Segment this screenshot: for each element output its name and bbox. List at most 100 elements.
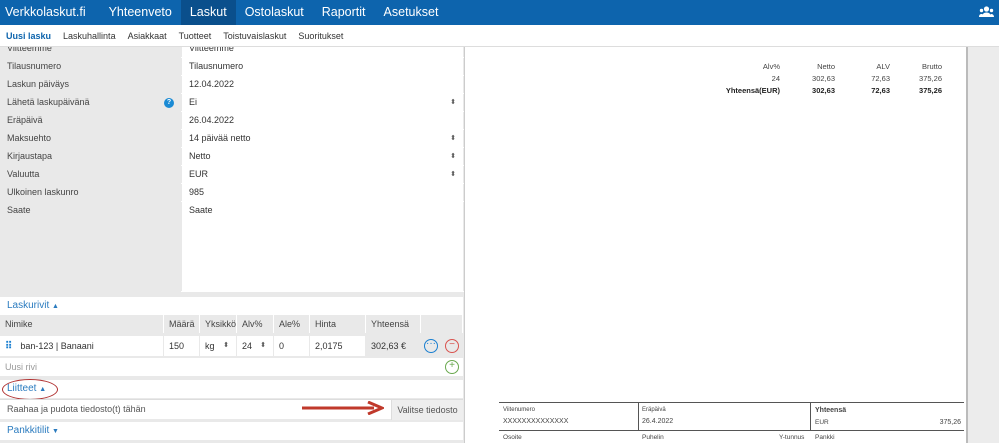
- pankki-label: Pankki: [815, 434, 835, 441]
- vat-header-alv: Alv%: [762, 62, 780, 71]
- drop-text: Raahaa ja pudota tiedosto(t) tähän: [7, 404, 146, 414]
- nav-asetukset[interactable]: Asetukset: [375, 0, 448, 25]
- subnav-tuotteet[interactable]: Tuotteet: [173, 31, 218, 41]
- nav-ostolaskut[interactable]: Ostolaskut: [236, 0, 313, 25]
- nav-raportit[interactable]: Raportit: [313, 0, 375, 25]
- footer-divider: [810, 402, 811, 430]
- label-erapaiva: Eräpäivä: [0, 112, 181, 130]
- caret-up-icon: ▲: [52, 303, 59, 310]
- choose-file-button[interactable]: Valitse tiedosto: [391, 400, 463, 420]
- col-yksikko: Yksikkö: [200, 315, 237, 333]
- caret-down-icon: ▼: [52, 428, 59, 435]
- select-arrows-icon: ⬍: [260, 342, 266, 349]
- row-laheta: Lähetä laskupäivänä? Ei ⬍: [0, 94, 464, 112]
- viitenumero-label: Viitenumero: [503, 407, 535, 413]
- saate-textarea[interactable]: Saate: [182, 202, 463, 292]
- invoice-form: Viitteemme Viitteemme Tilausnumero Tilausn…: [0, 47, 464, 443]
- maara-input[interactable]: 150: [164, 336, 199, 356]
- hinta-input[interactable]: 2,0175: [310, 336, 365, 356]
- row-kirjaustapa: Kirjaustapa Netto ⬍: [0, 148, 464, 166]
- kirjaustapa-value: Netto: [189, 151, 211, 161]
- kirjaustapa-select[interactable]: Netto ⬍: [182, 148, 463, 166]
- vat-brutto: 375,26: [919, 74, 942, 83]
- users-icon[interactable]: [979, 5, 994, 19]
- col-actions: [421, 315, 463, 333]
- row-valuutta: Valuutta EUR ⬍: [0, 166, 464, 184]
- subnav-asiakkaat[interactable]: Asiakkaat: [122, 31, 173, 41]
- col-hinta: Hinta: [310, 315, 366, 333]
- nimike-value: ban-123 | Banaani: [20, 341, 94, 351]
- more-options-icon[interactable]: ···: [424, 339, 438, 353]
- ale-input[interactable]: 0: [274, 336, 309, 356]
- remove-row-icon[interactable]: −: [445, 339, 459, 353]
- drag-handle-icon[interactable]: ⠿: [5, 341, 12, 352]
- yksikko-select[interactable]: kg ⬍: [200, 336, 236, 356]
- label-viitteemme: Viitteemme: [0, 47, 181, 58]
- label-maksuehto: Maksuehto: [0, 130, 181, 148]
- pankkitilit-title: Pankkitilit: [7, 425, 50, 436]
- select-arrows-icon: ⬍: [450, 135, 456, 142]
- erapaiva-value: 26.4.2022: [642, 418, 674, 425]
- erapaiva-label: Eräpäivä: [642, 407, 666, 413]
- alv-value: 24: [242, 341, 253, 351]
- laskun-paivays-input[interactable]: 12.04.2022: [182, 76, 463, 94]
- drop-zone[interactable]: Raahaa ja pudota tiedosto(t) tähän Valit…: [0, 399, 463, 420]
- invoice-preview: Alv% Netto ALV Brutto 24 302,63 72,63 37…: [464, 47, 968, 443]
- vat-header-netto: Netto: [817, 62, 835, 71]
- subnav-uusi-lasku[interactable]: Uusi lasku: [0, 31, 57, 41]
- select-arrows-icon: ⬍: [450, 171, 456, 178]
- col-nimike: Nimike: [0, 315, 164, 333]
- sub-nav: Uusi lasku Laskuhallinta Asiakkaat Tuott…: [0, 25, 999, 47]
- label-laskun-paivays: Laskun päiväys: [0, 76, 181, 94]
- col-alv: Alv%: [237, 315, 274, 333]
- laheta-select[interactable]: Ei ⬍: [182, 94, 463, 112]
- subnav-laskuhallinta[interactable]: Laskuhallinta: [57, 31, 122, 41]
- footer-divider: [499, 402, 964, 403]
- viitenumero-value: XXXXXXXXXXXXXX: [503, 418, 569, 425]
- liitteet-toggle[interactable]: Liitteet ▲: [0, 380, 463, 398]
- laheta-value: Ei: [189, 97, 198, 107]
- maksuehto-select[interactable]: 14 päivää netto ⬍: [182, 130, 463, 148]
- row-saate: Saate Saate: [0, 202, 464, 292]
- help-icon[interactable]: ?: [164, 98, 174, 108]
- osoite-label: Osoite: [503, 434, 522, 441]
- new-row-input[interactable]: Uusi rivi: [0, 358, 463, 376]
- subnav-suoritukset[interactable]: Suoritukset: [292, 31, 349, 41]
- erapaiva-input[interactable]: 26.04.2022: [182, 112, 463, 130]
- brand-logo[interactable]: Verkkolaskut.fi: [0, 0, 100, 25]
- pankkitilit-toggle[interactable]: Pankkitilit ▼: [0, 422, 463, 440]
- currency: EUR: [815, 419, 829, 426]
- footer-total: 375,26: [939, 419, 961, 426]
- label-ulkoinen: Ulkoinen laskunro: [0, 184, 181, 202]
- row-tilausnumero: Tilausnumero Tilausnumero: [0, 58, 464, 76]
- row-viitteemme: Viitteemme Viitteemme: [0, 47, 464, 58]
- subnav-toistuvaislaskut[interactable]: Toistuvaislaskut: [217, 31, 292, 41]
- nimike-input[interactable]: ⠿ ban-123 | Banaani: [0, 336, 163, 356]
- alv-select[interactable]: 24 ⬍: [237, 336, 273, 356]
- nav-laskut[interactable]: Laskut: [180, 0, 236, 25]
- maksuehto-value: 14 päivää netto: [189, 133, 251, 143]
- valuutta-select[interactable]: EUR ⬍: [182, 166, 463, 184]
- vat-header-alv-amount: ALV: [876, 62, 890, 71]
- footer-divider: [638, 402, 639, 430]
- puhelin-label: Puhelin: [642, 434, 664, 441]
- label-saate: Saate: [0, 202, 181, 292]
- valuutta-value: EUR: [189, 169, 209, 179]
- yksikko-value: kg: [205, 341, 215, 351]
- select-arrows-icon: ⬍: [450, 99, 456, 106]
- total-label: Yhteensä(EUR): [725, 86, 780, 95]
- viitteemme-input[interactable]: Viitteemme: [182, 47, 463, 58]
- label-valuutta: Valuutta: [0, 166, 181, 184]
- yhteensa-value: 302,63 €: [366, 336, 420, 356]
- top-nav: Verkkolaskut.fi Yhteenveto Laskut Ostola…: [0, 0, 999, 25]
- add-row-icon[interactable]: +: [445, 360, 459, 374]
- total-netto: 302,63: [812, 86, 835, 95]
- laskurivit-toggle[interactable]: Laskurivit ▲: [0, 297, 463, 315]
- vat-rate: 24: [771, 74, 780, 83]
- ulkoinen-input[interactable]: 985: [182, 184, 463, 202]
- ytunnus-label: Y-tunnus: [779, 434, 805, 441]
- tilausnumero-input[interactable]: Tilausnumero: [182, 58, 463, 76]
- total-alv: 72,63: [871, 86, 890, 95]
- row-erapaiva: Eräpäivä 26.04.2022: [0, 112, 464, 130]
- nav-yhteenveto[interactable]: Yhteenveto: [100, 0, 181, 25]
